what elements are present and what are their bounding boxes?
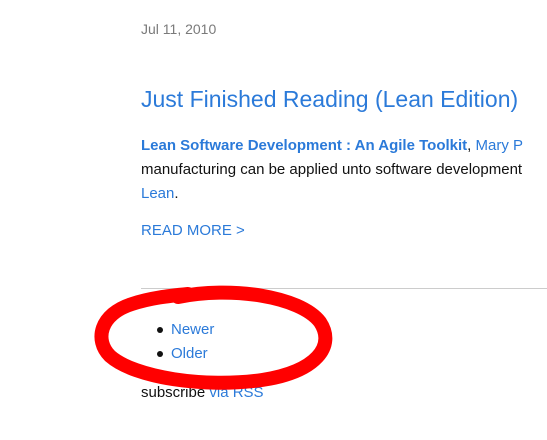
post-title-link[interactable]: Just Finished Reading (Lean Edition) bbox=[141, 86, 518, 113]
older-link[interactable]: Older bbox=[171, 345, 208, 362]
excerpt-separator: , bbox=[467, 137, 476, 154]
read-more-link[interactable]: READ MORE > bbox=[141, 222, 245, 239]
rss-link[interactable]: via RSS bbox=[209, 384, 263, 401]
excerpt-line-2: manufacturing can be applied unto softwa… bbox=[141, 161, 523, 178]
bullet-icon bbox=[157, 327, 163, 333]
bullet-icon bbox=[157, 351, 163, 357]
author-link[interactable]: Mary P bbox=[476, 137, 524, 154]
subscribe-label: subscribe bbox=[141, 384, 206, 401]
red-circle-annotation bbox=[94, 285, 333, 390]
excerpt-period: . bbox=[174, 185, 179, 202]
divider bbox=[141, 288, 547, 289]
newer-link[interactable]: Newer bbox=[171, 321, 214, 338]
post-excerpt: Lean Software Development : An Agile Too… bbox=[141, 134, 547, 206]
pagination-item-older: Older bbox=[141, 342, 214, 366]
pagination-list: Newer Older bbox=[141, 318, 214, 366]
book-title-link[interactable]: Lean Software Development : An Agile Too… bbox=[141, 137, 467, 154]
pagination-item-newer: Newer bbox=[141, 318, 214, 342]
subscribe-line: subscribe via RSS bbox=[141, 384, 264, 401]
post-date: Jul 11, 2010 bbox=[141, 21, 217, 37]
excerpt-line-3: Lean. bbox=[141, 182, 547, 206]
excerpt-line-1: Lean Software Development : An Agile Too… bbox=[141, 134, 547, 158]
lean-tag-link[interactable]: Lean bbox=[141, 185, 174, 202]
